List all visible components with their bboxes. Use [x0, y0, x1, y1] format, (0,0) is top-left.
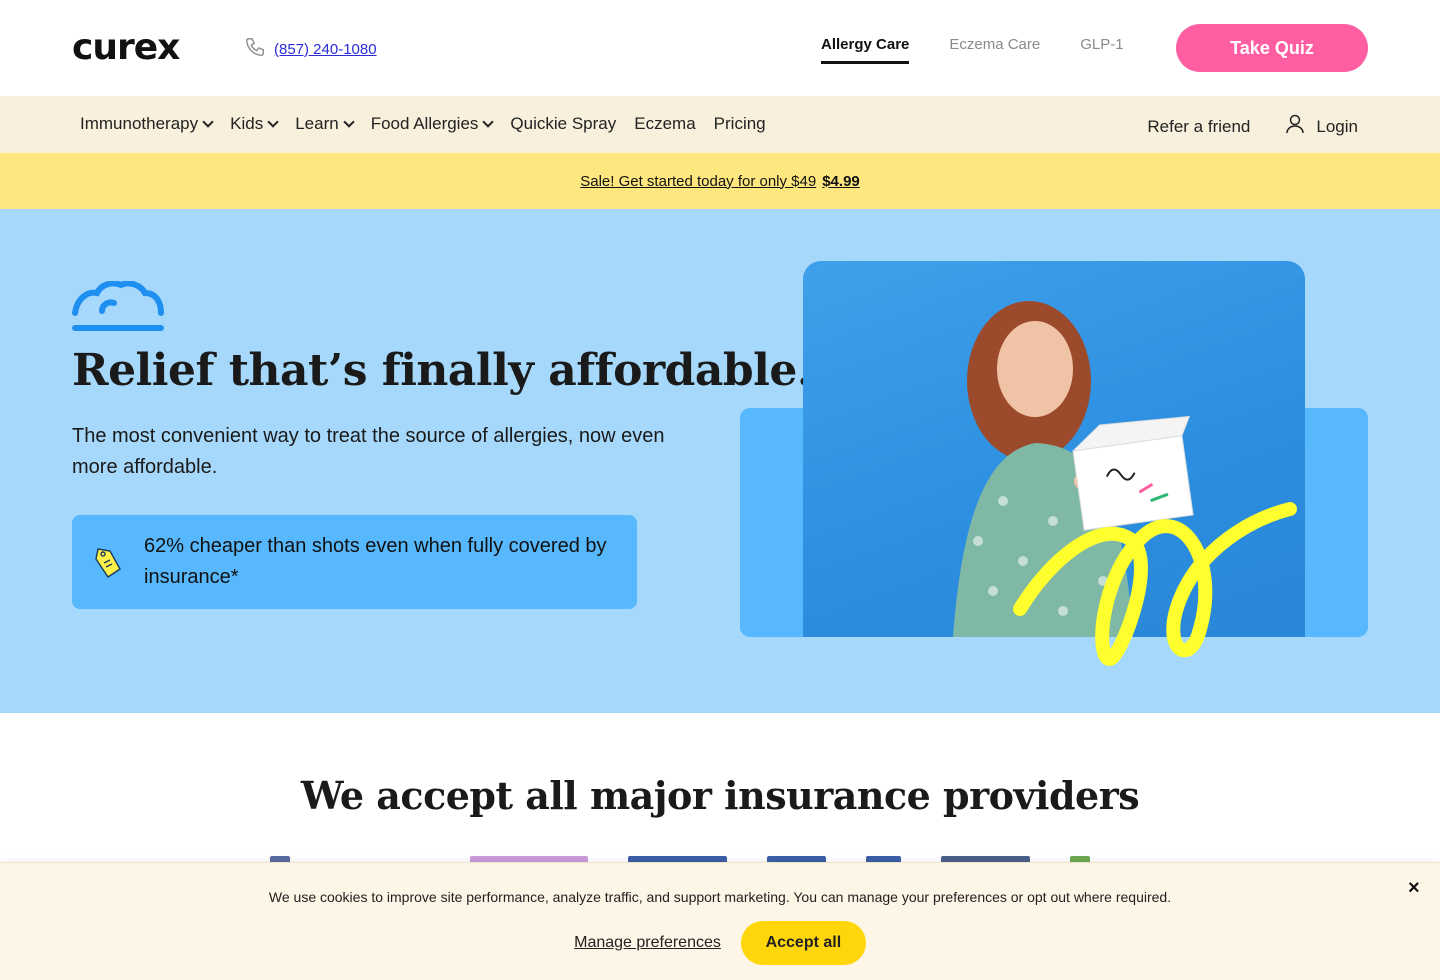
main-nav: Immunotherapy Kids Learn Food Allergies …	[0, 96, 1440, 153]
savings-callout: 62% cheaper than shots even when fully c…	[72, 515, 637, 609]
cookie-banner: We use cookies to improve site performan…	[0, 862, 1440, 980]
hero-section: Relief that’s finally affordable. The mo…	[0, 209, 1440, 713]
chevron-down-icon	[267, 116, 279, 128]
phone-contact: (857) 240-1080	[244, 36, 377, 63]
login-link[interactable]: Login	[1286, 114, 1358, 139]
refer-friend-link[interactable]: Refer a friend	[1147, 117, 1250, 137]
tab-allergy-care[interactable]: Allergy Care	[821, 36, 910, 64]
manage-preferences-button[interactable]: Manage preferences	[574, 934, 721, 952]
product-tabs: Allergy Care Eczema Care GLP-1	[821, 36, 1124, 64]
top-header: curex (857) 240-1080 Allergy Care Eczema…	[0, 0, 1440, 96]
user-icon	[1286, 114, 1305, 139]
nav-item-label: Immunotherapy	[80, 114, 199, 133]
nav-item-quickie-spray[interactable]: Quickie Spray	[510, 114, 616, 134]
nav-item-eczema[interactable]: Eczema	[634, 114, 695, 134]
nav-item-label: Kids	[230, 114, 264, 133]
tab-glp-1[interactable]: GLP-1	[1080, 36, 1123, 64]
nav-item-label: Learn	[295, 114, 339, 133]
phone-icon	[244, 36, 266, 63]
nav-item-label: Food Allergies	[370, 114, 479, 133]
phone-link[interactable]: (857) 240-1080	[274, 41, 377, 58]
close-icon[interactable]: ×	[1408, 877, 1420, 900]
promo-price[interactable]: $4.99	[822, 173, 860, 190]
nav-item-kids[interactable]: Kids	[230, 114, 279, 134]
nav-item-learn[interactable]: Learn	[295, 114, 355, 134]
login-label: Login	[1316, 116, 1358, 136]
hero-title: Relief that’s finally affordable.	[72, 345, 812, 396]
chevron-down-icon	[482, 116, 495, 128]
squiggle-decoration	[1010, 499, 1310, 684]
insurance-title: We accept all major insurance providers	[300, 773, 1140, 818]
chevron-down-icon	[202, 116, 214, 128]
nav-item-immunotherapy[interactable]: Immunotherapy	[80, 114, 214, 134]
take-quiz-button[interactable]: Take Quiz	[1176, 24, 1368, 72]
chevron-down-icon	[343, 116, 355, 128]
tab-eczema-care[interactable]: Eczema Care	[949, 36, 1040, 64]
nav-item-pricing[interactable]: Pricing	[714, 114, 766, 134]
hero-subtitle: The most convenient way to treat the sou…	[72, 425, 665, 478]
cookie-message: We use cookies to improve site performan…	[268, 889, 1172, 905]
price-tag-icon	[94, 545, 124, 586]
savings-text: 62% cheaper than shots even when fully c…	[144, 535, 607, 588]
cloud-icon	[72, 280, 164, 338]
promo-banner[interactable]: Sale! Get started today for only $49 $4.…	[0, 153, 1440, 209]
nav-item-food-allergies[interactable]: Food Allergies	[370, 114, 495, 134]
curex-logo[interactable]: curex	[72, 30, 180, 66]
accept-all-button[interactable]: Accept all	[740, 921, 866, 965]
promo-text[interactable]: Sale! Get started today for only $49	[580, 173, 816, 190]
